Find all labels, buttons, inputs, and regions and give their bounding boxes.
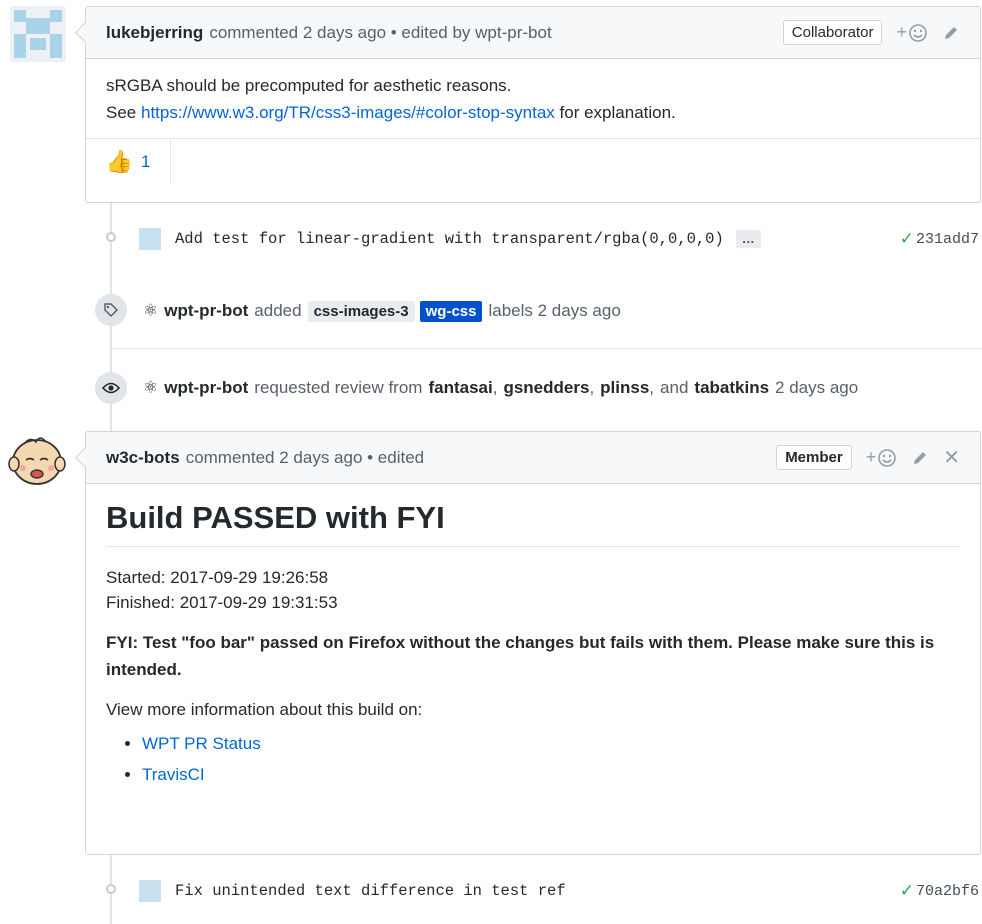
comment-arrow bbox=[74, 446, 97, 469]
commit-row: Fix unintended text difference in test r… bbox=[139, 879, 979, 903]
check-icon[interactable]: ✓ bbox=[900, 229, 914, 249]
reaction-count: 1 bbox=[140, 151, 151, 171]
spec-link[interactable]: https://www.w3.org/TR/css3-images/#color… bbox=[141, 103, 555, 122]
commit-message[interactable]: Fix unintended text difference in test r… bbox=[175, 882, 566, 900]
comment-header: w3c-bots commented 2 days ago • edited M… bbox=[74, 432, 980, 484]
edit-pencil-icon[interactable] bbox=[942, 24, 960, 42]
comment-meta: commented 2 days ago • edited bbox=[185, 447, 425, 467]
comment-w3c-bots: w3c-bots commented 2 days ago • edited M… bbox=[74, 431, 981, 855]
view-more-text: View more information about this build o… bbox=[106, 700, 423, 719]
list-item: WPT PR Status bbox=[142, 728, 960, 759]
event-verb: added bbox=[254, 301, 302, 320]
role-badge: Member bbox=[776, 445, 852, 470]
eye-icon bbox=[95, 372, 127, 404]
reaction-bar: 👍 1 bbox=[86, 138, 980, 184]
comment-body: Build PASSED with FYI Started: 2017-09-2… bbox=[86, 484, 980, 790]
thumbs-up-icon: 👍 bbox=[105, 148, 133, 174]
bot-icon: ⚛ bbox=[143, 301, 159, 320]
fyi-note: FYI: Test "foo bar" passed on Firefox wi… bbox=[106, 633, 935, 679]
commit-message[interactable]: Add test for linear-gradient with transp… bbox=[175, 230, 724, 248]
wpt-pr-status-link[interactable]: WPT PR Status bbox=[142, 734, 261, 753]
divider bbox=[111, 348, 982, 349]
close-icon[interactable]: ✕ bbox=[943, 445, 960, 470]
label-css-images-3[interactable]: css-images-3 bbox=[307, 300, 415, 322]
commit-author-avatar[interactable] bbox=[139, 880, 161, 902]
edit-pencil-icon[interactable] bbox=[911, 449, 929, 467]
labels-event: ⚛ wpt-pr-bot added css-images-3 wg-css l… bbox=[143, 299, 621, 323]
expand-ellipsis-button[interactable]: … bbox=[735, 230, 761, 248]
reviewer-plinss[interactable]: plinss bbox=[600, 378, 649, 398]
finished-time: Finished: 2017-09-29 19:31:53 bbox=[106, 593, 338, 612]
and-text: and bbox=[660, 378, 689, 397]
comment-body: sRGBA should be precomputed for aestheti… bbox=[86, 59, 980, 138]
event-suffix: labels 2 days ago bbox=[488, 301, 621, 320]
body-line: sRGBA should be precomputed for aestheti… bbox=[106, 76, 512, 95]
build-links: WPT PR Status TravisCI bbox=[106, 728, 960, 790]
avatar-w3c-bots[interactable] bbox=[6, 430, 68, 492]
travisci-link[interactable]: TravisCI bbox=[142, 765, 205, 784]
reaction-thumbsup[interactable]: 👍 1 bbox=[86, 139, 171, 184]
tag-icon bbox=[95, 294, 127, 326]
started-time: Started: 2017-09-29 19:26:58 bbox=[106, 568, 329, 587]
after-text: for explanation. bbox=[559, 103, 676, 122]
event-actor[interactable]: wpt-pr-bot bbox=[164, 301, 248, 321]
comment-header: lukebjerring commented 2 days ago • edit… bbox=[74, 7, 980, 59]
baby-face-icon bbox=[8, 437, 66, 485]
body-line: See https://www.w3.org/TR/css3-images/#c… bbox=[106, 99, 960, 126]
bot-icon: ⚛ bbox=[143, 378, 159, 397]
label-wg-css[interactable]: wg-css bbox=[419, 300, 483, 322]
review-event: ⚛ wpt-pr-bot requested review from fanta… bbox=[143, 378, 859, 398]
add-reaction-icon[interactable]: + bbox=[866, 447, 898, 468]
avatar-lukebjerring[interactable] bbox=[10, 6, 66, 62]
commit-dot bbox=[106, 884, 116, 894]
comment-author[interactable]: lukebjerring bbox=[106, 23, 203, 43]
reviewer-fantasai[interactable]: fantasai bbox=[428, 378, 492, 398]
commit-author-avatar[interactable] bbox=[139, 228, 161, 250]
reviewer-gsnedders[interactable]: gsnedders bbox=[503, 378, 589, 398]
identicon bbox=[14, 10, 62, 58]
comment-arrow bbox=[74, 21, 97, 44]
add-reaction-icon[interactable]: + bbox=[896, 22, 928, 43]
reviewer-tabatkins[interactable]: tabatkins bbox=[694, 378, 769, 398]
event-time: 2 days ago bbox=[775, 378, 859, 397]
list-item: TravisCI bbox=[142, 759, 960, 790]
commit-sha[interactable]: 70a2bf6 bbox=[916, 883, 979, 900]
see-text: See bbox=[106, 103, 137, 122]
check-icon[interactable]: ✓ bbox=[900, 881, 914, 901]
comment-lukebjerring: lukebjerring commented 2 days ago • edit… bbox=[74, 6, 981, 203]
build-heading: Build PASSED with FYI bbox=[106, 500, 960, 547]
commit-row: Add test for linear-gradient with transp… bbox=[139, 227, 979, 251]
role-badge: Collaborator bbox=[782, 20, 883, 45]
event-actor[interactable]: wpt-pr-bot bbox=[164, 378, 248, 398]
commit-dot bbox=[106, 232, 116, 242]
comment-meta: commented 2 days ago • edited by wpt-pr-… bbox=[209, 22, 552, 42]
event-verb: requested review from bbox=[254, 378, 423, 397]
comment-author[interactable]: w3c-bots bbox=[106, 448, 180, 468]
commit-sha[interactable]: 231add7 bbox=[916, 231, 979, 248]
